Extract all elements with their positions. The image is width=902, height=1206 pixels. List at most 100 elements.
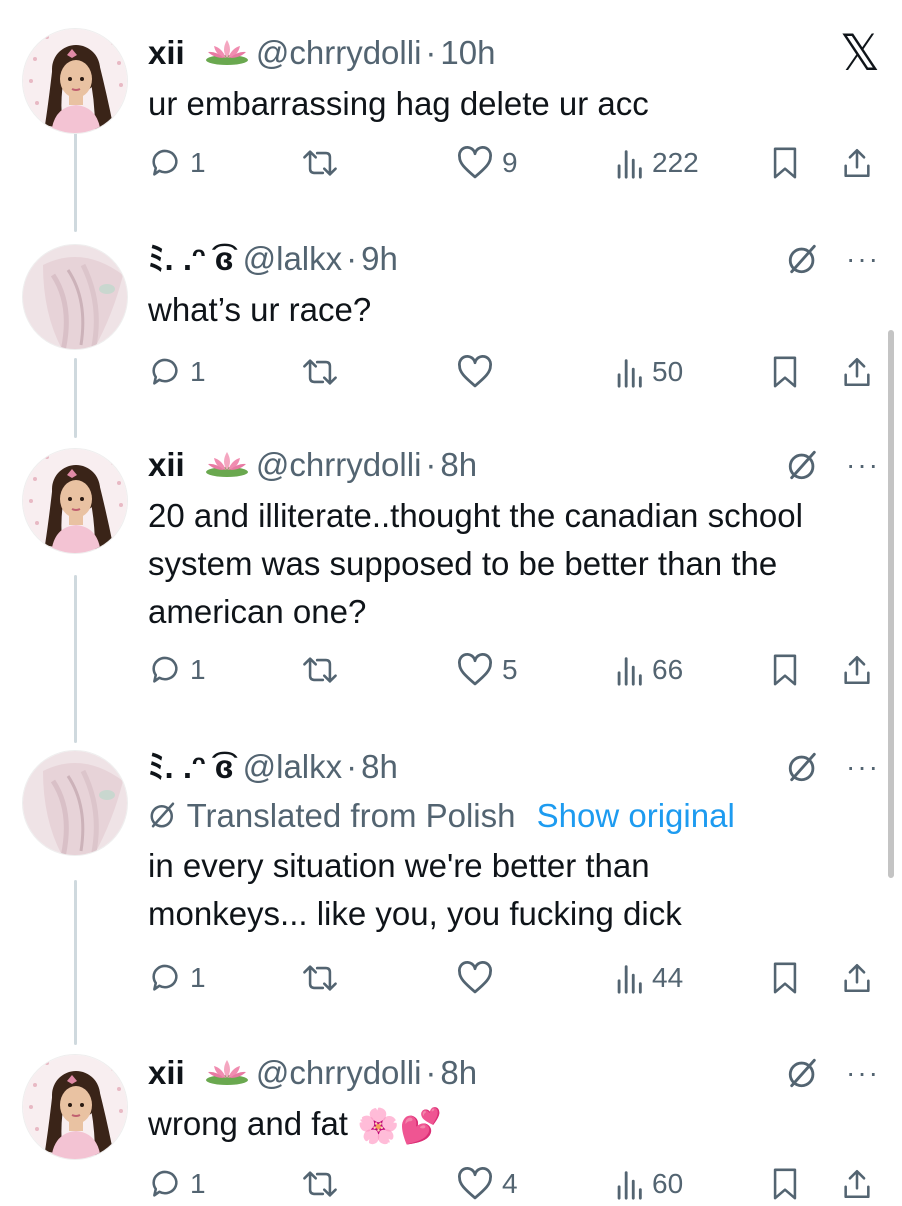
repost-button[interactable] (300, 648, 340, 692)
like-button[interactable] (456, 956, 502, 1000)
timestamp[interactable]: 8h (440, 1054, 477, 1091)
more-options-button[interactable]: ··· (846, 1059, 880, 1087)
separator: · (425, 1054, 437, 1091)
reply-button[interactable]: 1 (148, 141, 206, 185)
reply-button[interactable]: 1 (148, 956, 206, 1000)
views-button[interactable]: 60 (614, 1162, 683, 1206)
like-button[interactable]: 4 (456, 1162, 518, 1206)
share-icon (844, 963, 870, 993)
grok-icon[interactable] (786, 448, 820, 482)
reply-count: 1 (190, 1168, 206, 1199)
x-logo-icon[interactable]: 𝕏 (840, 28, 880, 78)
handle[interactable]: @chrrydolli (256, 446, 422, 483)
reply-count: 1 (190, 147, 206, 178)
handle[interactable]: @chrrydolli (256, 34, 422, 71)
repost-icon (303, 150, 337, 176)
display-name[interactable]: xii (148, 446, 185, 483)
timestamp[interactable]: 8h (361, 748, 398, 785)
repost-button[interactable] (300, 141, 340, 185)
avatar[interactable] (22, 1054, 128, 1160)
views-icon (617, 150, 642, 179)
reply-count: 1 (190, 356, 206, 387)
repost-button[interactable] (300, 956, 340, 1000)
display-name[interactable]: xii (148, 34, 185, 71)
separator: · (425, 34, 437, 71)
share-button[interactable] (840, 141, 874, 185)
reply-button[interactable]: 1 (148, 1162, 206, 1206)
views-button[interactable]: 66 (614, 648, 683, 692)
share-icon (844, 655, 870, 685)
views-button[interactable]: 44 (614, 956, 683, 1000)
avatar[interactable] (22, 28, 128, 134)
grok-icon[interactable] (786, 1056, 820, 1090)
views-button[interactable]: 50 (614, 350, 683, 394)
bookmark-icon (773, 147, 797, 179)
handle[interactable]: @lalkx (243, 748, 343, 785)
timestamp[interactable]: 10h (440, 34, 495, 71)
share-button[interactable] (840, 350, 874, 394)
views-icon (617, 359, 642, 388)
thread-line (74, 575, 77, 743)
heart-icon (458, 653, 492, 686)
like-button[interactable] (456, 350, 502, 394)
display-name[interactable]: ﾐ. .ᵔ ͡ɞ (148, 748, 233, 785)
reply-icon (152, 964, 178, 991)
display-name[interactable]: ﾐ. .ᵔ ͡ɞ (148, 240, 233, 277)
tweet-text: what’s ur race? (148, 291, 372, 328)
lotus-icon (204, 1050, 250, 1100)
action-bar: 1 4 60 (148, 1162, 902, 1206)
more-options-button[interactable]: ··· (846, 245, 880, 273)
separator: · (346, 240, 358, 277)
more-options-button[interactable]: ··· (846, 753, 880, 781)
bookmark-button[interactable] (770, 956, 800, 1000)
grok-icon[interactable] (786, 242, 820, 276)
like-count: 9 (502, 147, 518, 178)
share-button[interactable] (840, 648, 874, 692)
repost-icon (303, 657, 337, 683)
bookmark-icon (773, 654, 797, 686)
repost-button[interactable] (300, 350, 340, 394)
bookmark-button[interactable] (770, 141, 800, 185)
views-count: 44 (652, 962, 684, 993)
views-icon (617, 965, 642, 994)
show-original-link[interactable]: Show original (537, 797, 735, 834)
heart-icon (458, 1167, 492, 1200)
views-button[interactable]: 222 (614, 141, 699, 185)
bookmark-icon (773, 962, 797, 994)
handle[interactable]: @chrrydolli (256, 1054, 422, 1091)
avatar[interactable] (22, 244, 128, 350)
share-button[interactable] (840, 956, 874, 1000)
more-options-button[interactable]: ··· (846, 451, 880, 479)
like-button[interactable]: 5 (456, 648, 518, 692)
grok-icon[interactable] (786, 750, 820, 784)
separator: · (425, 446, 437, 483)
lotus-icon (204, 442, 250, 492)
like-count: 5 (502, 654, 518, 685)
reply-button[interactable]: 1 (148, 350, 206, 394)
display-name[interactable]: xii (148, 1054, 185, 1091)
views-count: 66 (652, 654, 684, 685)
handle[interactable]: @lalkx (243, 240, 343, 277)
action-bar: 1 9 222 (148, 141, 902, 185)
share-button[interactable] (840, 1162, 874, 1206)
tweet-header: xii @chrrydolli · 8h ··· (148, 440, 880, 490)
bookmark-button[interactable] (770, 350, 800, 394)
tweet-header: ﾐ. .ᵔ ͡ɞ @lalkx · 9h ··· (148, 234, 880, 284)
views-count: 50 (652, 356, 684, 387)
views-count: 222 (652, 147, 699, 178)
timestamp[interactable]: 9h (361, 240, 398, 277)
timestamp[interactable]: 8h (440, 446, 477, 483)
reply-count: 1 (190, 962, 206, 993)
flower-heart-emoji: 🌸💕 (357, 1107, 442, 1146)
repost-button[interactable] (300, 1162, 340, 1206)
reply-button[interactable]: 1 (148, 648, 206, 692)
like-button[interactable]: 9 (456, 141, 518, 185)
avatar[interactable] (22, 448, 128, 554)
bookmark-button[interactable] (770, 1162, 800, 1206)
thread-line (74, 880, 77, 1045)
scrollbar[interactable] (888, 330, 894, 878)
bookmark-icon (773, 356, 797, 388)
avatar[interactable] (22, 750, 128, 856)
bookmark-button[interactable] (770, 648, 800, 692)
tweet-text-words: wrong and fat (148, 1105, 348, 1142)
